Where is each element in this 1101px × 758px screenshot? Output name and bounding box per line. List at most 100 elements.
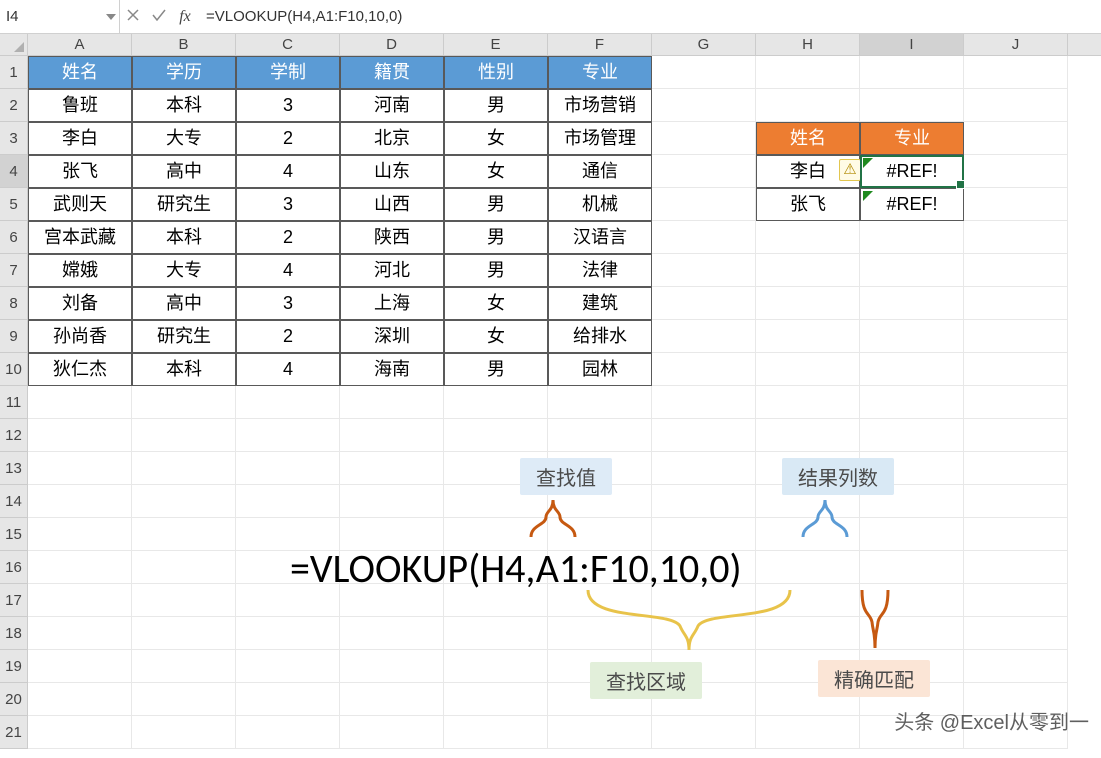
cell-F5[interactable]: 机械 <box>548 188 652 221</box>
cell-I4[interactable]: #REF! <box>860 155 964 188</box>
cell-A19[interactable] <box>28 650 132 683</box>
cell-D14[interactable] <box>340 485 444 518</box>
cell-E21[interactable] <box>444 716 548 749</box>
cell-J15[interactable] <box>964 518 1068 551</box>
cell-D12[interactable] <box>340 419 444 452</box>
cell-B5[interactable]: 研究生 <box>132 188 236 221</box>
cell-B18[interactable] <box>132 617 236 650</box>
cell-J6[interactable] <box>964 221 1068 254</box>
cell-G7[interactable] <box>652 254 756 287</box>
cell-A10[interactable]: 狄仁杰 <box>28 353 132 386</box>
cell-D10[interactable]: 海南 <box>340 353 444 386</box>
cell-B12[interactable] <box>132 419 236 452</box>
cell-E5[interactable]: 男 <box>444 188 548 221</box>
row-header-17[interactable]: 17 <box>0 584 28 617</box>
cell-C19[interactable] <box>236 650 340 683</box>
col-header-C[interactable]: C <box>236 34 340 55</box>
cell-H3[interactable]: 姓名 <box>756 122 860 155</box>
cell-A5[interactable]: 武则天 <box>28 188 132 221</box>
cell-D3[interactable]: 北京 <box>340 122 444 155</box>
cell-A17[interactable] <box>28 584 132 617</box>
cell-A14[interactable] <box>28 485 132 518</box>
cell-C20[interactable] <box>236 683 340 716</box>
cell-C13[interactable] <box>236 452 340 485</box>
name-box-dropdown[interactable] <box>103 14 119 20</box>
cell-J8[interactable] <box>964 287 1068 320</box>
cell-J13[interactable] <box>964 452 1068 485</box>
cell-J9[interactable] <box>964 320 1068 353</box>
cell-E4[interactable]: 女 <box>444 155 548 188</box>
col-header-J[interactable]: J <box>964 34 1068 55</box>
cell-I5[interactable]: #REF! <box>860 188 964 221</box>
cell-H6[interactable] <box>756 221 860 254</box>
cell-B2[interactable]: 本科 <box>132 89 236 122</box>
cell-A21[interactable] <box>28 716 132 749</box>
cell-I2[interactable] <box>860 89 964 122</box>
cell-G21[interactable] <box>652 716 756 749</box>
cell-G3[interactable] <box>652 122 756 155</box>
cell-D8[interactable]: 上海 <box>340 287 444 320</box>
cell-A6[interactable]: 宫本武藏 <box>28 221 132 254</box>
cell-J1[interactable] <box>964 56 1068 89</box>
cell-H8[interactable] <box>756 287 860 320</box>
cell-D6[interactable]: 陕西 <box>340 221 444 254</box>
cell-C11[interactable] <box>236 386 340 419</box>
cell-B16[interactable] <box>132 551 236 584</box>
cell-A12[interactable] <box>28 419 132 452</box>
cell-H2[interactable] <box>756 89 860 122</box>
col-header-E[interactable]: E <box>444 34 548 55</box>
cell-C12[interactable] <box>236 419 340 452</box>
cell-B9[interactable]: 研究生 <box>132 320 236 353</box>
row-header-12[interactable]: 12 <box>0 419 28 452</box>
cell-F9[interactable]: 给排水 <box>548 320 652 353</box>
cell-A1[interactable]: 姓名 <box>28 56 132 89</box>
row-header-10[interactable]: 10 <box>0 353 28 386</box>
cell-H1[interactable] <box>756 56 860 89</box>
cell-I9[interactable] <box>860 320 964 353</box>
row-header-21[interactable]: 21 <box>0 716 28 749</box>
cell-D5[interactable]: 山西 <box>340 188 444 221</box>
cell-C2[interactable]: 3 <box>236 89 340 122</box>
row-header-13[interactable]: 13 <box>0 452 28 485</box>
cell-H5[interactable]: 张飞 <box>756 188 860 221</box>
row-header-9[interactable]: 9 <box>0 320 28 353</box>
cell-G12[interactable] <box>652 419 756 452</box>
cell-J7[interactable] <box>964 254 1068 287</box>
error-warning-icon[interactable]: ⚠ <box>839 159 861 181</box>
cell-G2[interactable] <box>652 89 756 122</box>
cell-B7[interactable]: 大专 <box>132 254 236 287</box>
cell-A20[interactable] <box>28 683 132 716</box>
cell-B4[interactable]: 高中 <box>132 155 236 188</box>
cell-D19[interactable] <box>340 650 444 683</box>
row-header-18[interactable]: 18 <box>0 617 28 650</box>
cell-E6[interactable]: 男 <box>444 221 548 254</box>
cell-G9[interactable] <box>652 320 756 353</box>
confirm-button[interactable] <box>146 8 172 25</box>
col-header-B[interactable]: B <box>132 34 236 55</box>
cell-G6[interactable] <box>652 221 756 254</box>
cell-A15[interactable] <box>28 518 132 551</box>
formula-bar-input[interactable]: =VLOOKUP(H4,A1:F10,10,0) <box>198 0 1101 33</box>
cell-J11[interactable] <box>964 386 1068 419</box>
cell-D2[interactable]: 河南 <box>340 89 444 122</box>
cell-F2[interactable]: 市场营销 <box>548 89 652 122</box>
cell-B19[interactable] <box>132 650 236 683</box>
row-header-11[interactable]: 11 <box>0 386 28 419</box>
cell-B14[interactable] <box>132 485 236 518</box>
cell-C3[interactable]: 2 <box>236 122 340 155</box>
cell-G11[interactable] <box>652 386 756 419</box>
cell-C14[interactable] <box>236 485 340 518</box>
cell-A7[interactable]: 嫦娥 <box>28 254 132 287</box>
cell-D11[interactable] <box>340 386 444 419</box>
col-header-D[interactable]: D <box>340 34 444 55</box>
cell-J16[interactable] <box>964 551 1068 584</box>
cell-C5[interactable]: 3 <box>236 188 340 221</box>
cell-J3[interactable] <box>964 122 1068 155</box>
cell-I3[interactable]: 专业 <box>860 122 964 155</box>
cell-F12[interactable] <box>548 419 652 452</box>
cell-G14[interactable] <box>652 485 756 518</box>
cell-J2[interactable] <box>964 89 1068 122</box>
cell-E20[interactable] <box>444 683 548 716</box>
row-header-6[interactable]: 6 <box>0 221 28 254</box>
cell-D21[interactable] <box>340 716 444 749</box>
